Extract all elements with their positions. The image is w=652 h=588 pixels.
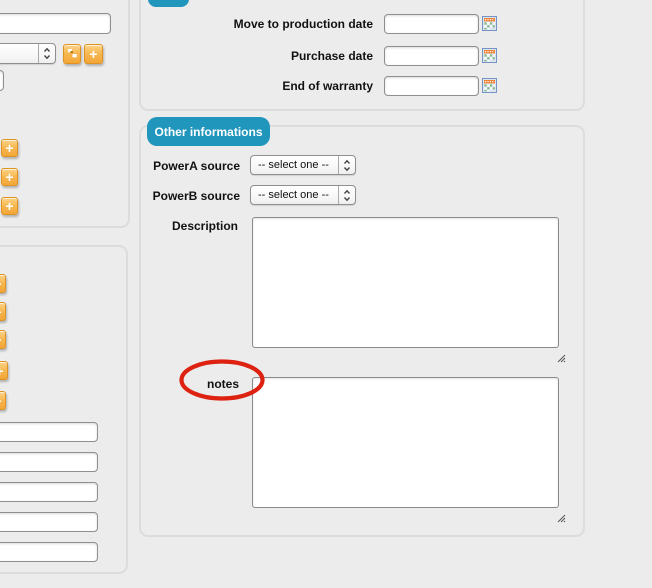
cut-button-2[interactable]: + xyxy=(0,302,6,321)
power-b-source-select[interactable]: -- select one -- xyxy=(250,185,356,205)
sidebar-field-5[interactable] xyxy=(0,542,98,562)
purchase-date-label: Purchase date xyxy=(290,49,373,63)
power-a-source-select[interactable]: -- select one -- xyxy=(250,155,356,175)
link-parent-button[interactable] xyxy=(63,44,81,64)
move-to-production-date-label: Move to production date xyxy=(233,17,373,31)
hierarchy-icon xyxy=(66,47,78,61)
sidebar-field-4[interactable] xyxy=(0,512,98,532)
other-informations-header: Other informations xyxy=(147,117,270,146)
add-button-top[interactable]: + xyxy=(84,44,103,64)
power-a-source-select-value: -- select one -- xyxy=(258,159,329,171)
notes-textarea[interactable] xyxy=(252,377,559,508)
calendar-icon[interactable] xyxy=(482,16,497,36)
description-label: Description xyxy=(171,219,238,233)
calendar-icon[interactable] xyxy=(482,48,497,68)
move-to-production-date-input[interactable] xyxy=(384,14,479,34)
add-row-button-1[interactable]: + xyxy=(1,139,18,157)
power-b-source-label: PowerB source xyxy=(152,189,240,203)
sidebar-field-1[interactable] xyxy=(0,422,98,442)
asset-edit-form: { "theme": { "background": "#ececec", "p… xyxy=(0,0,652,588)
cut-button-3[interactable]: + xyxy=(0,330,6,349)
sidebar-type-select[interactable] xyxy=(0,43,56,64)
add-row-button-3[interactable]: + xyxy=(1,197,18,215)
dates-panel-tab xyxy=(148,0,189,7)
power-a-source-label: PowerA source xyxy=(153,159,240,173)
sidebar-partial-input[interactable] xyxy=(0,70,4,91)
cut-button-4[interactable]: + xyxy=(0,361,8,380)
sidebar-field-3[interactable] xyxy=(0,482,98,502)
calendar-icon[interactable] xyxy=(482,78,497,98)
cut-button-5[interactable]: + xyxy=(0,391,6,410)
chevron-up-down-icon xyxy=(338,156,355,174)
power-b-source-select-value: -- select one -- xyxy=(258,189,329,201)
resize-grip-icon[interactable] xyxy=(557,350,566,368)
end-of-warranty-label: End of warranty xyxy=(282,79,373,93)
chevron-up-down-icon xyxy=(338,186,355,204)
purchase-date-input[interactable] xyxy=(384,46,479,66)
sidebar-field-2[interactable] xyxy=(0,452,98,472)
add-row-button-2[interactable]: + xyxy=(1,168,18,186)
description-textarea[interactable] xyxy=(252,217,559,348)
end-of-warranty-input[interactable] xyxy=(384,76,479,96)
chevron-up-down-icon xyxy=(38,44,55,63)
sidebar-top-input[interactable] xyxy=(0,13,111,34)
sidebar-panel-top xyxy=(0,0,130,228)
cut-button-1[interactable]: + xyxy=(0,274,6,293)
notes-label: notes xyxy=(206,377,239,391)
resize-grip-icon[interactable] xyxy=(557,510,566,528)
